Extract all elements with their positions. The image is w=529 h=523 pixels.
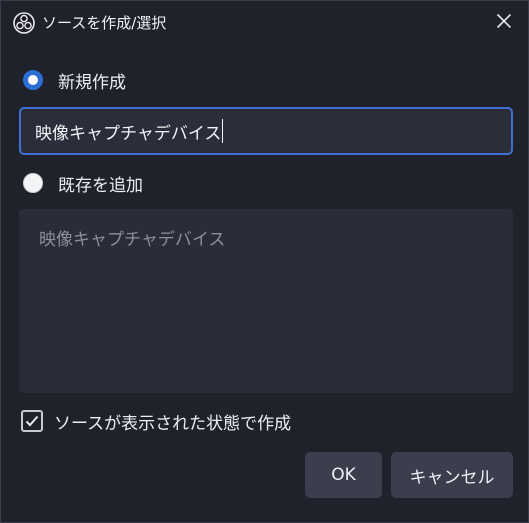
list-item[interactable]: 映像キャプチャデバイス bbox=[39, 225, 225, 250]
cancel-button[interactable]: キャンセル bbox=[391, 452, 513, 498]
source-name-value: 映像キャプチャデバイス bbox=[35, 123, 222, 144]
title-bar: ソースを作成/選択 bbox=[1, 1, 529, 45]
create-new-radio[interactable] bbox=[23, 70, 43, 90]
existing-sources-list[interactable]: 映像キャプチャデバイス bbox=[19, 209, 513, 393]
obs-logo-icon bbox=[13, 12, 35, 34]
close-icon bbox=[496, 13, 512, 33]
close-button[interactable] bbox=[486, 7, 522, 39]
text-caret bbox=[222, 119, 224, 143]
create-new-label: 新規作成 bbox=[58, 72, 126, 93]
source-name-input[interactable]: 映像キャプチャデバイス bbox=[19, 107, 513, 155]
make-visible-checkbox[interactable] bbox=[21, 410, 43, 432]
add-existing-radio[interactable] bbox=[23, 173, 43, 193]
check-mark-icon bbox=[25, 415, 39, 427]
add-existing-label: 既存を追加 bbox=[58, 175, 143, 196]
add-existing-option[interactable]: 既存を追加 bbox=[23, 171, 143, 196]
make-visible-option[interactable]: ソースが表示された状態で作成 bbox=[21, 408, 291, 434]
ok-button[interactable]: OK bbox=[305, 452, 382, 498]
create-new-option[interactable]: 新規作成 bbox=[23, 68, 126, 93]
create-select-source-dialog: ソースを作成/選択 新規作成 映像キャプチャデバイス 既存を追加 映像キャプチャ… bbox=[0, 0, 529, 523]
dialog-title: ソースを作成/選択 bbox=[42, 14, 167, 32]
make-visible-label: ソースが表示された状態で作成 bbox=[54, 413, 292, 434]
